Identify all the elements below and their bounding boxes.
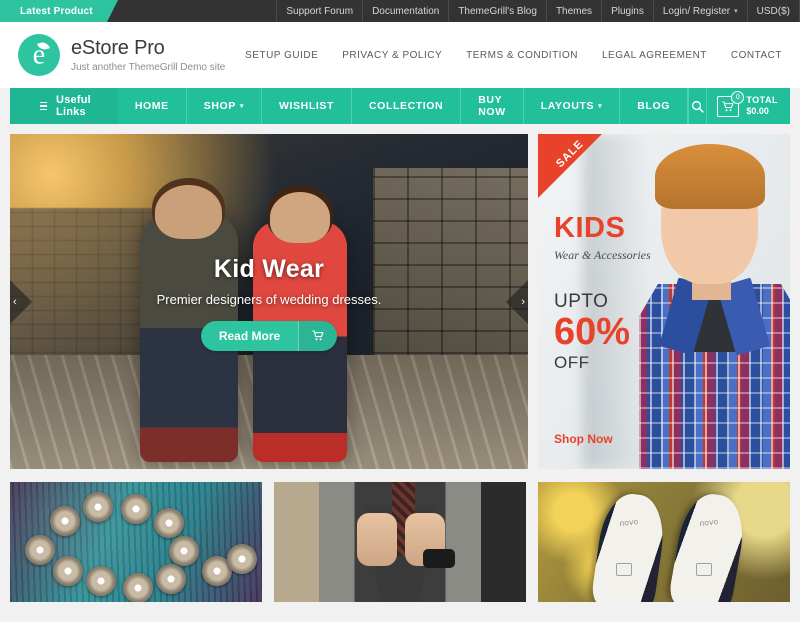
shop-now-link[interactable]: Shop Now [554,432,613,446]
nav-item-blog[interactable]: BLOG [620,88,688,124]
latest-product-tab[interactable]: Latest Product [0,0,118,22]
product-card-shoes[interactable]: novo novo [538,482,790,602]
nav-item-home[interactable]: HOME [118,88,187,124]
jewelry-flowers-thumb [10,482,262,602]
sale-ribbon-label: SALE [553,137,587,171]
slider-next-button[interactable]: › [506,279,528,324]
brand-text: eStore Pro Just another ThemeGrill Demo … [71,37,225,74]
topnav-label: Documentation [372,5,440,17]
read-more-button[interactable]: Read More [200,320,338,351]
header-nav-setup-guide[interactable]: SETUP GUIDE [245,50,318,61]
nav-item-label: SHOP [203,100,236,112]
site-tagline: Just another ThemeGrill Demo site [71,61,226,73]
header-nav-terms-condition[interactable]: TERMS & CONDITION [466,50,578,61]
slider-prev-button[interactable]: ‹ [10,279,32,324]
promo-upto-label: UPTO [554,291,609,312]
estore-logo-icon: e [18,34,60,76]
man-tie-thumb [274,482,526,602]
slide-subtitle: Premier designers of wedding dresses. [156,291,382,307]
header-nav-legal-agreement[interactable]: LEGAL AGREEMENT [602,50,707,61]
site-title: eStore Pro [71,36,165,59]
chevron-left-icon: ‹ [13,295,17,308]
promo-percent: 60% [554,311,631,353]
nav-item-label: WISHLIST [279,100,334,112]
header-nav-privacy-policy[interactable]: PRIVACY & POLICY [342,50,442,61]
nav-item-label: BUY NOW [478,94,506,118]
promo-subhead: Wear & Accessories [554,248,651,262]
topnav-themes[interactable]: Themes [545,0,601,22]
nav-item-buy-now[interactable]: BUY NOW [461,88,524,124]
chevron-down-icon: ▾ [239,103,245,110]
sale-ribbon: SALE [538,134,602,198]
nav-item-label: LAYOUTS [540,100,595,112]
topnav-themegrills-blog[interactable]: ThemeGrill's Blog [448,0,546,22]
slide-title: Kid Wear [213,254,325,283]
hamburger-icon [40,99,48,112]
cart-icon-box: 0 [717,90,745,117]
slide-caption: Kid Wear Premier designers of wedding dr… [10,255,528,351]
nav-item-label: BLOG [637,100,670,112]
search-icon [692,100,704,113]
top-utility-nav: Support Forum Documentation ThemeGrill's… [276,0,800,22]
product-card-jewelry[interactable] [10,482,262,602]
page-root: Latest Product Support Forum Documentati… [0,0,800,622]
cart-total-amount: $0.00 [746,106,769,116]
hero-row: Kid Wear Premier designers of wedding dr… [10,134,790,469]
cart-total-label: TOTAL [746,94,778,105]
topnav-label: Themes [555,5,593,17]
chevron-down-icon: ▾ [598,103,603,110]
useful-links-label: Useful Links [56,94,91,118]
latest-product-label: Latest Product [20,5,93,17]
add-to-cart-icon [298,320,338,351]
topnav-documentation[interactable]: Documentation [362,0,448,22]
topnav-label: ThemeGrill's Blog [458,5,537,17]
nav-item-layouts[interactable]: LAYOUTS ▾ [524,88,621,124]
cart-count-badge: 0 [731,90,745,104]
topnav-label: USD($) [756,5,790,17]
cart-total: TOTAL $0.00 [746,95,778,118]
topnav-support-forum[interactable]: Support Forum [276,0,362,22]
novo-shoes-thumb: novo novo [538,482,790,602]
shoe-brand-label-left: novo [618,517,639,528]
promo-copy: KIDS Wear & Accessories UPTO 60% OFF [554,214,674,373]
product-thumbnail-row: novo novo [10,482,790,602]
primary-navigation: Useful Links HOME SHOP ▾ WISHLIST COLLEC… [10,88,790,124]
nav-item-collection[interactable]: COLLECTION [352,88,462,124]
nav-item-label: HOME [134,100,169,112]
site-header: e eStore Pro Just another ThemeGrill Dem… [0,22,800,88]
useful-links-button[interactable]: Useful Links [10,88,118,124]
product-card-mens-tie[interactable] [274,482,526,602]
brand-logo[interactable]: e eStore Pro Just another ThemeGrill Dem… [18,34,225,76]
topnav-label: Login/ Register [662,5,731,17]
top-utility-bar: Latest Product Support Forum Documentati… [0,0,800,22]
read-more-label: Read More [218,328,281,343]
chevron-right-icon: › [521,295,525,308]
topnav-plugins[interactable]: Plugins [601,0,653,22]
topnav-login-register[interactable]: Login/ Register ▾ [652,0,747,22]
topnav-label: Plugins [611,5,644,17]
nav-item-shop[interactable]: SHOP ▾ [187,88,263,124]
header-nav-contact[interactable]: CONTACT [731,50,782,61]
promo-off-label: OFF [554,352,590,372]
hero-slider[interactable]: Kid Wear Premier designers of wedding dr… [10,134,528,469]
nav-item-label: COLLECTION [369,100,444,112]
topnav-currency-usd[interactable]: USD($) [746,0,800,22]
topnav-label: Support Forum [286,5,354,17]
promo-banner-kids[interactable]: SALE KIDS Wear & Accessories UPTO 60% OF… [538,134,790,469]
search-button[interactable] [689,88,708,124]
promo-headline: KIDS [554,212,626,244]
header-secondary-nav: SETUP GUIDE PRIVACY & POLICY TERMS & CON… [245,50,782,61]
logo-letter: e [32,39,46,71]
chevron-down-icon: ▾ [734,8,738,15]
nav-item-wishlist[interactable]: WISHLIST [262,88,352,124]
cart-button[interactable]: 0 TOTAL $0.00 [707,88,790,124]
